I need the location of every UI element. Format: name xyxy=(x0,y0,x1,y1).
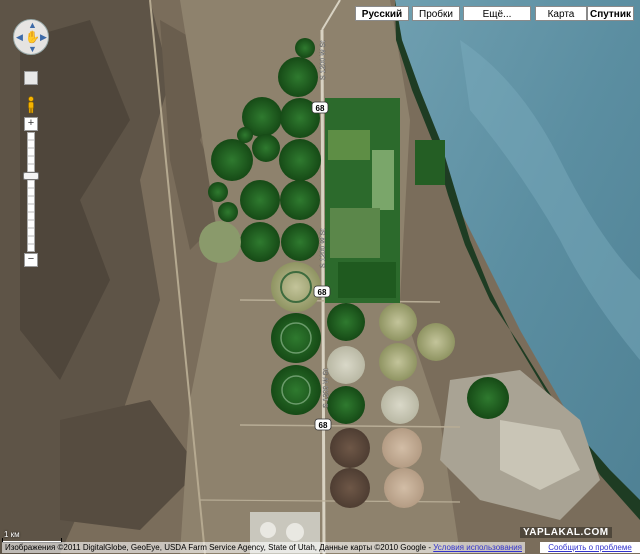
zoom-in-button[interactable]: + xyxy=(24,117,38,131)
reset-view-button[interactable] xyxy=(24,71,38,85)
pegman-icon[interactable] xyxy=(26,96,36,114)
street-label: S 1200 W St xyxy=(320,229,327,268)
pan-down-icon[interactable]: ▼ xyxy=(28,45,37,54)
language-button[interactable]: Русский xyxy=(355,6,409,21)
route-shield-68-b: 68 xyxy=(313,285,331,298)
pan-control[interactable]: ▲ ▼ ◀ ▶ ✋ xyxy=(13,19,49,55)
terms-link[interactable]: Условия использования xyxy=(433,543,522,552)
zoom-slider-track[interactable] xyxy=(27,132,35,252)
street-label: S 1200 W St xyxy=(320,41,327,80)
traffic-button[interactable]: Пробки xyxy=(412,6,460,21)
route-label: 68 xyxy=(318,288,327,297)
satellite-map[interactable]: 68 68 68 S 1200 W St S 1200 W St S 1200 … xyxy=(0,0,640,554)
zoom-out-button[interactable]: − xyxy=(24,253,38,267)
map-type-button[interactable]: Карта xyxy=(535,6,587,21)
street-label: S 1200 W St xyxy=(323,369,330,408)
satellite-type-button[interactable]: Спутник xyxy=(587,6,634,21)
pan-right-icon[interactable]: ▶ xyxy=(40,33,47,42)
route-shield-68-a: 68 xyxy=(311,101,329,114)
pan-up-icon[interactable]: ▲ xyxy=(28,21,37,30)
pan-left-icon[interactable]: ◀ xyxy=(16,33,23,42)
route-shield-68-c: 68 xyxy=(314,418,332,431)
route-label: 68 xyxy=(316,104,325,113)
report-problem-link[interactable]: Сообщить о проблеме xyxy=(540,542,640,553)
more-button[interactable]: Ещё... xyxy=(463,6,531,21)
attribution-text: Изображения ©2011 DigitalGlobe, GeoEye, … xyxy=(2,542,525,553)
hand-icon: ✋ xyxy=(25,30,40,44)
watermark: YAPLAKAL.COM xyxy=(520,527,612,538)
zoom-slider-thumb[interactable] xyxy=(23,172,39,180)
route-label: 68 xyxy=(319,421,328,430)
attribution-copy: Изображения ©2011 DigitalGlobe, GeoEye, … xyxy=(5,543,434,552)
